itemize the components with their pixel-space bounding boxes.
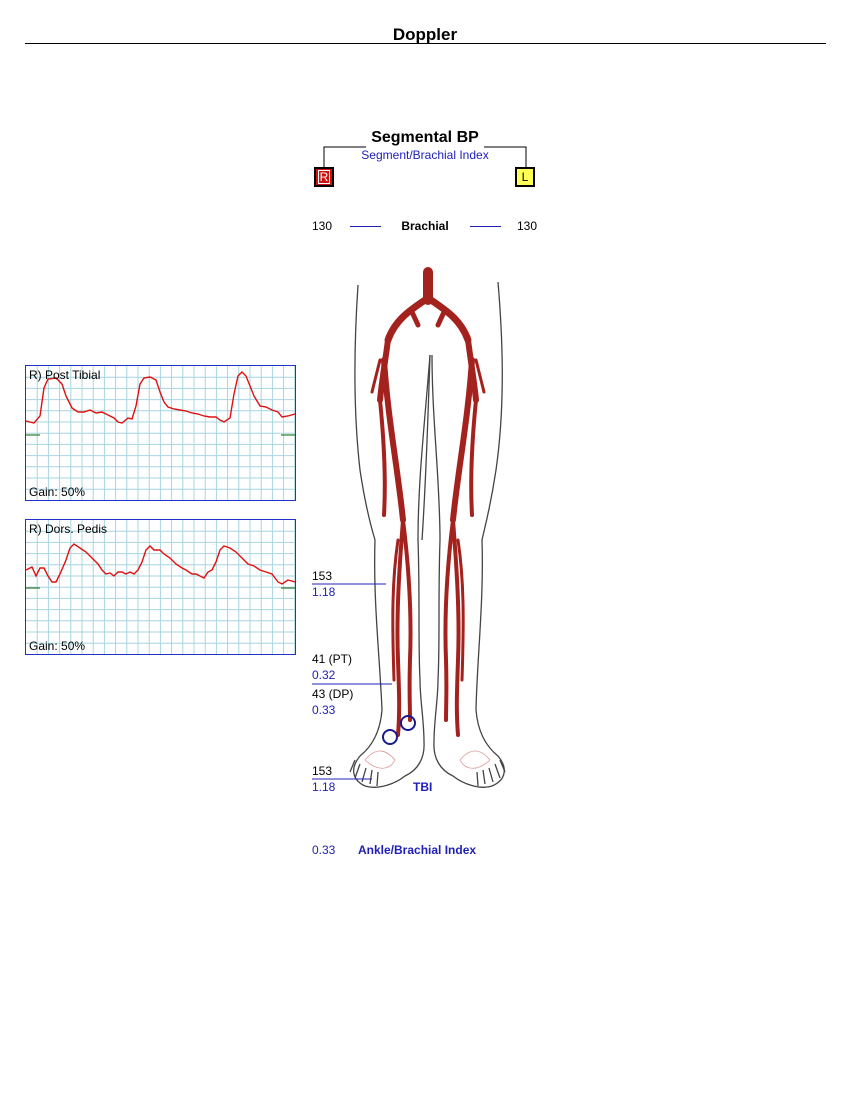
dors-pedis-gain: Gain: 50% <box>29 639 86 653</box>
pt-probe-marker <box>382 729 398 745</box>
toe-pressure: 153 <box>312 764 333 778</box>
post-tibial-waveform-panel: R) Post Tibial Gain: 50% <box>25 365 296 501</box>
abi-value: 0.33 <box>312 843 336 857</box>
dp-index: 0.33 <box>312 703 336 717</box>
post-tibial-waveform <box>26 366 295 500</box>
pt-index: 0.32 <box>312 668 336 682</box>
calf-index: 1.18 <box>312 585 336 599</box>
dors-pedis-waveform <box>26 520 295 654</box>
post-tibial-gain: Gain: 50% <box>29 485 86 499</box>
dp-pressure: 43 (DP) <box>312 687 354 701</box>
pt-pressure: 41 (PT) <box>312 652 353 666</box>
post-tibial-label: R) Post Tibial <box>29 368 101 382</box>
toe-index: 1.18 <box>312 780 336 794</box>
dors-pedis-waveform-panel: R) Dors. Pedis Gain: 50% <box>25 519 296 655</box>
dors-pedis-label: R) Dors. Pedis <box>29 522 108 536</box>
calf-pressure: 153 <box>312 569 333 583</box>
tbi-label: TBI <box>413 780 433 794</box>
abi-label: Ankle/Brachial Index <box>358 843 477 857</box>
